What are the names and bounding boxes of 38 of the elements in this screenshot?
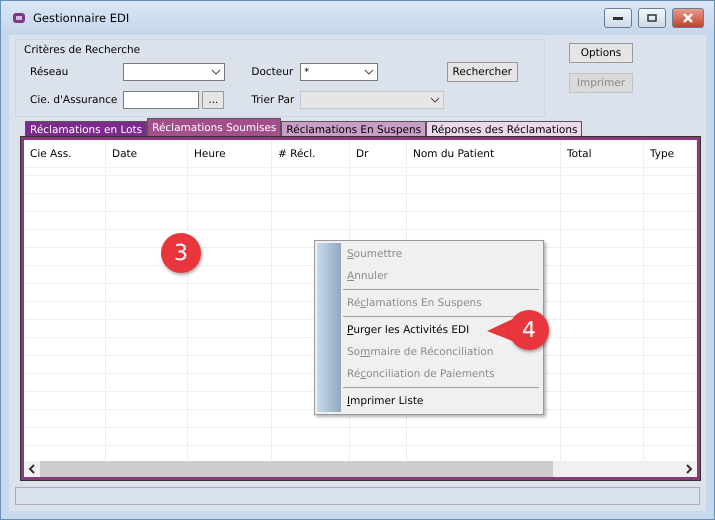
maximize-icon <box>647 14 657 22</box>
input-field[interactable] <box>123 91 200 109</box>
column-header[interactable]: Date <box>106 140 188 168</box>
maximize-button[interactable] <box>638 8 666 28</box>
close-icon <box>683 13 693 23</box>
column-header[interactable]: Nom du Patient <box>407 140 561 168</box>
chevron-down-icon <box>364 69 374 75</box>
window-title: Gestionnaire EDI <box>33 11 130 25</box>
column-header[interactable]: Dr <box>350 140 407 168</box>
column-header[interactable]: # Récl. <box>272 140 350 168</box>
column-header[interactable]: Heure <box>188 140 272 168</box>
chevron-down-icon <box>211 69 222 75</box>
field-label: Docteur <box>251 66 294 78</box>
field-label: Trier Par <box>251 94 294 106</box>
group-title: Critères de Recherche <box>24 44 142 56</box>
column-header[interactable]: Cie Ass. <box>24 140 106 168</box>
tab[interactable]: Réclamations En Suspens <box>281 121 426 137</box>
dropdown[interactable] <box>123 63 226 81</box>
tab[interactable]: Réponses des Réclamations <box>426 121 582 137</box>
menu-item[interactable]: Imprimer Liste <box>341 390 541 412</box>
browse-button[interactable]: ... <box>202 91 224 109</box>
field-label: Réseau <box>30 66 70 78</box>
close-button[interactable] <box>672 8 704 28</box>
scrollbar-thumb[interactable] <box>40 461 553 477</box>
column-header[interactable]: Total <box>561 140 644 168</box>
search-button[interactable]: Rechercher <box>446 62 518 82</box>
minimize-icon <box>613 16 623 20</box>
field-label: Cie. d'Assurance <box>30 94 118 106</box>
minimize-button[interactable] <box>604 8 632 28</box>
scroll-right-icon[interactable] <box>685 464 693 474</box>
scroll-left-icon[interactable] <box>28 464 36 474</box>
dropdown[interactable]: * <box>300 63 378 81</box>
chevron-down-icon <box>430 97 440 103</box>
tab[interactable]: Réclamations en Lots <box>25 121 148 137</box>
action-button[interactable]: Options <box>569 43 633 63</box>
column-header[interactable]: Type <box>644 140 697 168</box>
tab[interactable]: Réclamations Soumises <box>147 118 282 137</box>
app-icon <box>11 11 27 25</box>
